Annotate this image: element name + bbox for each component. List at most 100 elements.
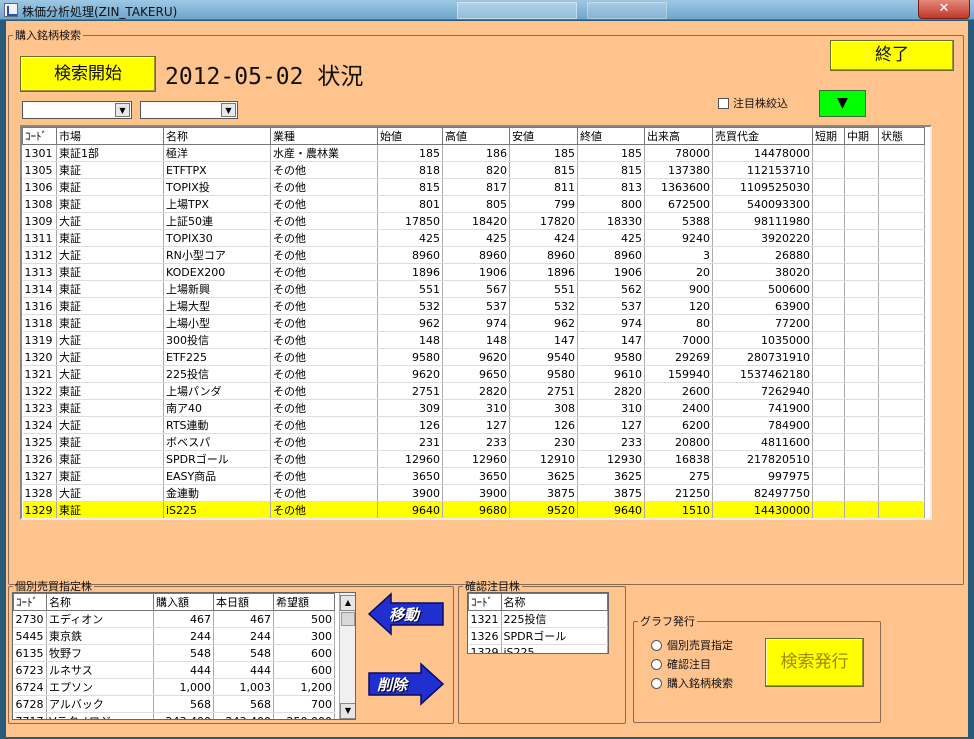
table-row[interactable]: 1327 東証 EASY商品 その他 3650 3650 3625 3625 275 997975: [22, 467, 925, 485]
table-cell: [812, 501, 845, 518]
column-header[interactable]: 希望額: [273, 593, 335, 611]
table-cell: 310: [442, 399, 510, 417]
table-row[interactable]: 1326 東証 SPDRゴール その他 12960 12960 12910 12930 1683…: [22, 450, 925, 468]
scroll-up-icon[interactable]: ▲: [340, 595, 355, 611]
table-cell: 3900: [377, 484, 443, 502]
table-row[interactable]: 1314 東証 上場新興 その他 551 567 551 562 900 500600: [22, 280, 925, 298]
column-header[interactable]: 状態: [878, 127, 925, 145]
column-header[interactable]: 出来高: [644, 127, 713, 145]
table-cell: 244: [153, 627, 214, 645]
table-cell: 東京鉄: [46, 627, 154, 645]
radio-individual[interactable]: 個別売買指定: [651, 637, 733, 653]
watch-filter-apply-button[interactable]: ▼: [819, 90, 866, 117]
individual-grid[interactable]: ｺｰﾄﾞ 名称 購入額 本日額 希望額 2730 エディオン 467 467 500 5445 東京…: [12, 592, 356, 720]
scroll-down-icon[interactable]: ▼: [340, 703, 355, 719]
issue-search-button[interactable]: 検索発行: [765, 638, 864, 687]
table-row[interactable]: 1308 東証 上場TPX その他 801 805 799 800 672500 54009330…: [22, 195, 925, 213]
radio-circle[interactable]: [651, 658, 662, 670]
table-cell: [844, 297, 879, 315]
confirmed-grid[interactable]: ｺｰﾄﾞ 名称 1321 225投信 1326 SPDRゴール 1329 iS225: [467, 592, 609, 654]
table-cell: 東証: [56, 178, 164, 196]
column-header[interactable]: 売買代金: [712, 127, 813, 145]
table-cell: 8960: [509, 246, 578, 264]
column-header[interactable]: ｺｰﾄﾞ: [13, 593, 47, 611]
table-cell: EASY商品: [163, 467, 271, 485]
table-row[interactable]: 1330東証上場225その他96509670959096309711093603…: [23, 519, 925, 521]
column-header[interactable]: 名称: [163, 127, 271, 145]
table-row[interactable]: 1321 大証 225投信 その他 9620 9650 9580 9610 159940 1537…: [22, 365, 925, 383]
radio-confirmed[interactable]: 確認注目: [651, 656, 711, 672]
market-dropdown[interactable]: ▼: [22, 101, 132, 119]
column-header[interactable]: 市場: [56, 127, 164, 145]
table-row[interactable]: 1311 東証 TOPIX30 その他 425 425 424 425 9240 3920220: [22, 229, 925, 247]
column-header[interactable]: 名称: [46, 593, 154, 611]
table-row[interactable]: 6135 牧野フ 548 548 600: [13, 644, 335, 662]
table-row[interactable]: 1319 大証 300投信 その他 148 148 147 147 7000 1035000: [22, 331, 925, 349]
table-cell: 784900: [712, 416, 813, 434]
table-row[interactable]: 1329 iS225: [468, 644, 608, 653]
table-cell: 225投信: [501, 610, 608, 628]
column-header[interactable]: 安値: [509, 127, 578, 145]
table-row[interactable]: 2730 エディオン 467 467 500: [13, 610, 335, 628]
table-row[interactable]: 1320 大証 ETF225 その他 9580 9620 9540 9580 29269 2807…: [22, 348, 925, 366]
column-header[interactable]: ｺｰﾄﾞ: [22, 127, 57, 145]
table-cell: [878, 501, 925, 518]
table-row[interactable]: 1318 東証 上場小型 その他 962 974 962 974 80 77200: [22, 314, 925, 332]
table-row[interactable]: 1326 SPDRゴール: [468, 627, 608, 645]
individual-scrollbar[interactable]: ▲ ▼: [339, 593, 355, 719]
exit-button[interactable]: 終了: [830, 40, 954, 71]
table-cell: 9590: [510, 519, 578, 521]
table-row[interactable]: 1322 東証 上場パンダ その他 2751 2820 2751 2820 2600 726294…: [22, 382, 925, 400]
table-row[interactable]: 7717Vテクノロジー243,400243,400250,000: [13, 712, 335, 719]
scroll-thumb[interactable]: [341, 612, 355, 626]
column-header[interactable]: 始値: [377, 127, 443, 145]
table-row[interactable]: 1321 225投信: [468, 610, 608, 628]
radio-purchase-search[interactable]: 購入銘柄検索: [651, 675, 733, 691]
radio-circle[interactable]: [651, 677, 662, 689]
table-row[interactable]: 1313 東証 KODEX200 その他 1896 1906 1896 1906 20 38020: [22, 263, 925, 281]
table-row[interactable]: 1325 東証 ボベスパ その他 231 233 230 233 20800 4811600: [22, 433, 925, 451]
table-row[interactable]: 1301 東証1部 極洋 水産・農林業 185 186 185 185 78000 1447800…: [22, 144, 925, 162]
table-cell: その他: [270, 195, 378, 213]
column-header[interactable]: 中期: [844, 127, 879, 145]
watch-filter-checkbox[interactable]: 注目株絞込: [718, 95, 788, 111]
table-row[interactable]: 5445 東京鉄 244 244 300: [13, 627, 335, 645]
move-button[interactable]: 移動: [367, 592, 445, 636]
table-row[interactable]: 6728 アルバック 568 568 700: [13, 695, 335, 713]
search-start-button[interactable]: 検索開始: [20, 56, 156, 92]
table-row[interactable]: 1312 大証 RN小型コア その他 8960 8960 8960 8960 3 26880: [22, 246, 925, 264]
column-header[interactable]: 短期: [812, 127, 845, 145]
table-row[interactable]: 1328 大証 金連動 その他 3900 3900 3875 3875 21250 8249775…: [22, 484, 925, 502]
table-row[interactable]: 1323 東証 南ア40 その他 309 310 308 310 2400 741900: [22, 399, 925, 417]
table-row[interactable]: 1316 東証 上場大型 その他 532 537 532 537 120 63900: [22, 297, 925, 315]
table-row[interactable]: 6723 ルネサス 444 444 600: [13, 661, 335, 679]
column-header[interactable]: ｺｰﾄﾞ: [468, 593, 502, 611]
table-cell: その他: [270, 348, 378, 366]
table-row[interactable]: 1309 大証 上証50連 その他 17850 18420 17820 18330 5388 98…: [22, 212, 925, 230]
column-header[interactable]: 名称: [500, 593, 608, 611]
checkbox-box[interactable]: [718, 97, 729, 109]
column-header[interactable]: 業種: [270, 127, 378, 145]
table-cell: [878, 382, 925, 400]
table-cell: 38020: [712, 263, 813, 281]
stock-grid[interactable]: ｺｰﾄﾞ 市場 名称 業種 始値 高値 安値 終値 出来高 売買代金 短期 中期 状態 1301 東証1部…: [20, 125, 932, 520]
table-row[interactable]: 6724 エプソン 1,000 1,003 1,200: [13, 678, 335, 696]
column-header[interactable]: 終値: [577, 127, 645, 145]
column-header[interactable]: 購入額: [153, 593, 214, 611]
table-row[interactable]: 1306 東証 TOPIX投 その他 815 817 811 813 1363600 110952…: [22, 178, 925, 196]
table-cell: [878, 263, 925, 281]
table-cell: 1363600: [644, 178, 713, 196]
delete-button[interactable]: 削除: [367, 662, 445, 706]
table-row[interactable]: 1305 東証 ETFTPX その他 818 820 815 815 137380 1121537…: [22, 161, 925, 179]
table-cell: 2820: [577, 382, 645, 400]
table-cell: 12960: [377, 450, 443, 468]
table-row[interactable]: 1329 東証 iS225 その他 9640 9680 9520 9640 1510 144300…: [22, 501, 925, 518]
close-window-button[interactable]: ✕: [918, 0, 970, 19]
table-row[interactable]: 1324 大証 RTS連動 その他 126 127 126 127 6200 784900: [22, 416, 925, 434]
table-cell: 2730: [13, 610, 47, 628]
radio-circle[interactable]: [651, 639, 662, 651]
column-header[interactable]: 高値: [442, 127, 510, 145]
industry-dropdown[interactable]: ▼: [140, 101, 238, 119]
column-header[interactable]: 本日額: [213, 593, 274, 611]
window-title: 株価分析処理(ZIN_TAKERU): [22, 5, 178, 19]
